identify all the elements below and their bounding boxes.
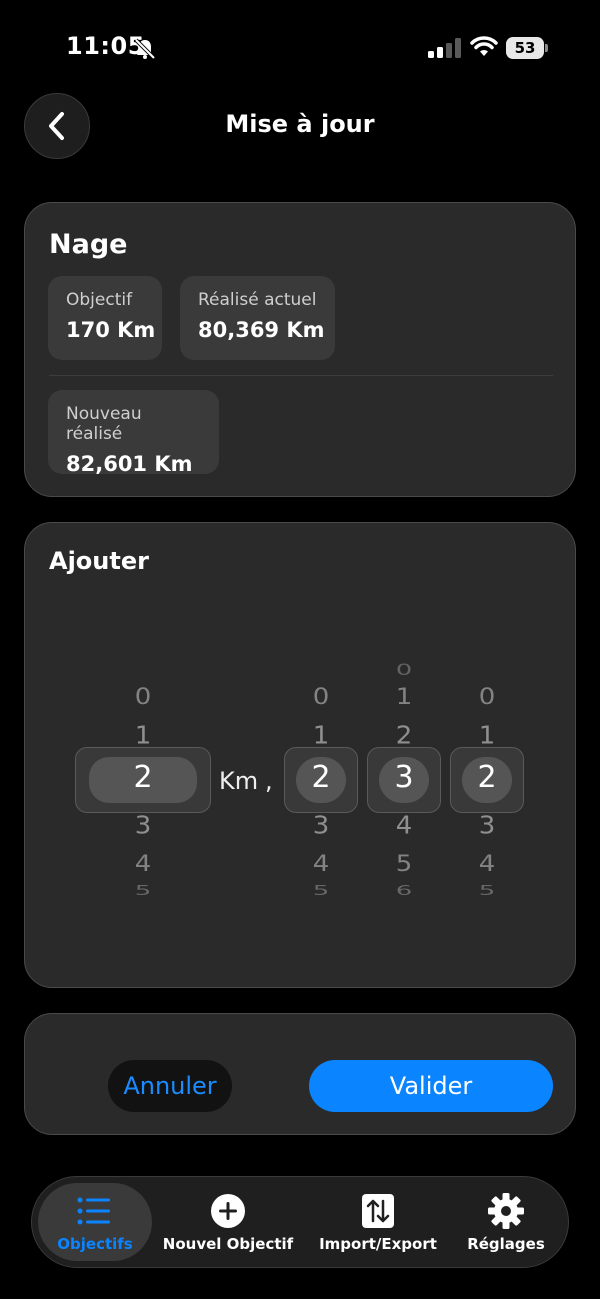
current-value: 80,369 Km xyxy=(198,318,325,342)
decimal-picker-1[interactable]: 0 1 3 4 5 2 xyxy=(284,673,358,913)
status-bar: 11:05 53 xyxy=(0,0,600,96)
wheel-digit: 2 xyxy=(395,721,413,751)
wheel-digit: 6 xyxy=(395,883,413,899)
wheel-digit: 1 xyxy=(312,721,330,751)
decimal-1-selected: 2 xyxy=(311,760,331,795)
wifi-icon xyxy=(470,36,498,56)
km-picker[interactable]: 0 1 3 4 5 2 xyxy=(75,673,211,913)
new-value: 82,601 Km xyxy=(66,452,193,476)
tab-reglages-label: Réglages xyxy=(467,1235,545,1253)
wheel-digit: 3 xyxy=(312,811,330,841)
wheel-digit: 3 xyxy=(134,811,152,841)
signal-icon xyxy=(428,38,461,58)
wheel-digit: 4 xyxy=(134,851,152,877)
tab-reglages[interactable]: Réglages xyxy=(452,1183,560,1261)
wheel-digit: 3 xyxy=(478,811,496,841)
tab-objectifs[interactable]: Objectifs xyxy=(38,1183,152,1261)
list-icon xyxy=(77,1197,110,1225)
decimal-separator: , xyxy=(265,767,273,795)
bell-muted-icon xyxy=(134,38,156,60)
actions-card: Annuler Valider xyxy=(24,1013,576,1135)
wheel-digit: 5 xyxy=(312,883,330,899)
page-title: Mise à jour xyxy=(225,110,375,138)
goal-label: Objectif xyxy=(66,290,133,310)
tab-import-export-label: Import/Export xyxy=(319,1235,437,1253)
wheel-digit: 4 xyxy=(478,851,496,877)
tab-objectifs-label: Objectifs xyxy=(57,1235,133,1253)
activity-title: Nage xyxy=(49,229,128,260)
gear-icon xyxy=(488,1193,524,1229)
battery-icon: 53 xyxy=(506,37,548,59)
current-label: Réalisé actuel xyxy=(198,290,317,310)
wheel-digit: 5 xyxy=(134,883,152,899)
km-selected: 2 xyxy=(133,760,153,795)
decimal-picker-3[interactable]: 0 1 3 4 5 2 xyxy=(450,673,524,913)
plus-circle-icon xyxy=(211,1194,245,1228)
tab-nouvel-objectif-label: Nouvel Objectif xyxy=(162,1235,294,1253)
summary-card: Nage Objectif 170 Km Réalisé actuel 80,3… xyxy=(24,202,576,497)
add-card: Ajouter 0 1 3 4 5 2 Km , 0 1 3 4 5 2 0 1 2 4 5 6 3 0 1… xyxy=(24,522,576,988)
battery-level: 53 xyxy=(514,39,536,57)
wheel-digit: 4 xyxy=(395,811,413,841)
tab-import-export[interactable]: Import/Export xyxy=(316,1183,440,1261)
tab-nouvel-objectif[interactable]: Nouvel Objectif xyxy=(162,1183,294,1261)
divider xyxy=(49,375,553,376)
decimal-3-selected: 2 xyxy=(477,760,497,795)
wheel-digit: 1 xyxy=(395,684,413,710)
decimal-2-selected: 3 xyxy=(394,760,414,795)
tab-bar: Objectifs Nouvel Objectif Import/Export xyxy=(31,1176,569,1268)
goal-stat: Objectif 170 Km xyxy=(48,276,162,360)
confirm-button[interactable]: Valider xyxy=(309,1060,553,1112)
wheel-digit: 0 xyxy=(395,661,413,679)
cancel-button[interactable]: Annuler xyxy=(108,1060,232,1112)
wheel-digit: 5 xyxy=(478,883,496,899)
unit-label: Km xyxy=(219,767,259,795)
decimal-picker-2[interactable]: 0 1 2 4 5 6 3 xyxy=(367,661,441,913)
wheel-digit: 1 xyxy=(134,721,152,751)
wheel-digit: 0 xyxy=(312,684,330,710)
wheel-digit: 5 xyxy=(395,851,413,877)
goal-value: 170 Km xyxy=(66,318,156,342)
current-stat: Réalisé actuel 80,369 Km xyxy=(180,276,335,360)
wheel-digit: 4 xyxy=(312,851,330,877)
new-label: Nouveau réalisé xyxy=(66,404,142,444)
new-stat: Nouveau réalisé 82,601 Km xyxy=(48,390,219,476)
wheel-digit: 1 xyxy=(478,721,496,751)
wheel-digit: 0 xyxy=(134,684,152,710)
import-export-icon xyxy=(362,1194,394,1228)
wheel-digit: 0 xyxy=(478,684,496,710)
add-title: Ajouter xyxy=(49,547,149,575)
